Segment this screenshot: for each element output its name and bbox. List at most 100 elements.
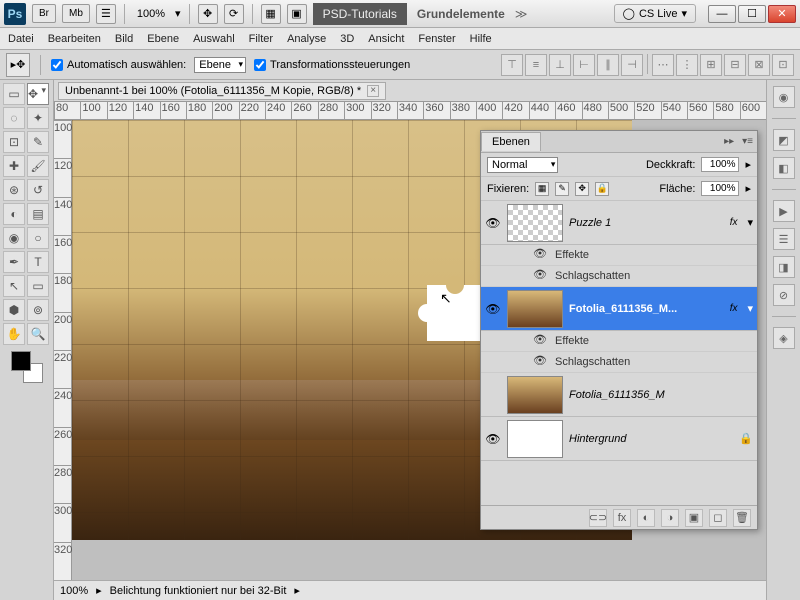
path-select-tool[interactable]: ↖ (3, 275, 25, 297)
menu-3d[interactable]: 3D (340, 33, 354, 45)
hand-tool[interactable]: ✋ (3, 323, 25, 345)
group-layers-icon[interactable]: ▣ (685, 509, 703, 527)
panel-collapse-icon[interactable]: ▸▸ (720, 136, 738, 147)
distribute-5-icon[interactable]: ⊠ (748, 54, 770, 76)
layer-item-selected[interactable]: 👁 Fotolia_6111356_M... fx▾ (481, 287, 757, 331)
3d-tool[interactable]: ⬢ (3, 299, 25, 321)
rotate-view-icon[interactable]: ⟳ (224, 4, 244, 24)
hand-tool-icon[interactable]: ✥ (198, 4, 218, 24)
auto-select-checkbox[interactable]: Automatisch auswählen: (51, 59, 186, 71)
menu-bild[interactable]: Bild (115, 33, 133, 45)
arrange-docs-icon[interactable]: ▦ (261, 4, 281, 24)
align-vcenter-icon[interactable]: ≡ (525, 54, 547, 76)
distribute-3-icon[interactable]: ⊞ (700, 54, 722, 76)
maximize-button[interactable]: ☐ (738, 5, 766, 23)
menu-ebene[interactable]: Ebene (147, 33, 179, 45)
eraser-tool[interactable]: ◐ (3, 203, 25, 225)
minibridge-button[interactable]: Mb (62, 4, 90, 23)
fx-badge[interactable]: fx (730, 303, 738, 314)
pen-tool[interactable]: ✒ (3, 251, 25, 273)
layer-item[interactable]: 👁 Hintergrund 🔒 (481, 417, 757, 461)
gradient-tool[interactable]: ▤ (27, 203, 49, 225)
layers-panel-icon[interactable]: ◈ (773, 327, 795, 349)
workspace-label-light[interactable]: Grundelemente (417, 7, 505, 21)
align-top-icon[interactable]: ⊤ (501, 54, 523, 76)
blend-mode-select[interactable]: Normal (487, 157, 558, 173)
zoom-level[interactable]: 100% (133, 8, 169, 20)
minimize-button[interactable]: — (708, 5, 736, 23)
effect-row[interactable]: 👁Effekte (481, 331, 757, 352)
menu-filter[interactable]: Filter (249, 33, 273, 45)
panel-menu-icon[interactable]: ▾≡ (738, 136, 757, 147)
visibility-icon[interactable]: 👁 (485, 431, 501, 447)
distribute-1-icon[interactable]: ⋯ (652, 54, 674, 76)
layer-name[interactable]: Fotolia_6111356_M... (569, 303, 724, 315)
layer-item[interactable]: 👁 Puzzle 1 fx▾ (481, 201, 757, 245)
magic-wand-tool[interactable]: ✦ (27, 107, 49, 129)
layer-name[interactable]: Hintergrund (569, 433, 733, 445)
type-tool[interactable]: T (27, 251, 49, 273)
menu-fenster[interactable]: Fenster (418, 33, 455, 45)
align-left-icon[interactable]: ⊢ (573, 54, 595, 76)
color-swatches[interactable] (3, 351, 50, 383)
adjustment-layer-icon[interactable]: ◑ (661, 509, 679, 527)
auto-select-type-select[interactable]: Ebene (194, 57, 246, 73)
align-right-icon[interactable]: ⊣ (621, 54, 643, 76)
history-brush-tool[interactable]: ↺ (27, 179, 49, 201)
visibility-icon[interactable]: 👁 (485, 215, 501, 231)
fg-color-swatch[interactable] (11, 351, 31, 371)
distribute-2-icon[interactable]: ⋮ (676, 54, 698, 76)
effect-dropshadow[interactable]: 👁Schlagschatten (481, 352, 757, 373)
link-layers-icon[interactable]: ⊂⊃ (589, 509, 607, 527)
properties-panel-icon[interactable]: ⊘ (773, 284, 795, 306)
healing-tool[interactable]: ✚ (3, 155, 25, 177)
view-extras-icon[interactable]: ☰ (96, 4, 116, 24)
stamp-tool[interactable]: ⊛ (3, 179, 25, 201)
new-layer-icon[interactable]: ◻ (709, 509, 727, 527)
layer-thumbnail[interactable] (507, 420, 563, 458)
effect-row[interactable]: 👁Effekte (481, 245, 757, 266)
zoom-tool[interactable]: 🔍 (27, 323, 49, 345)
layer-item[interactable]: Fotolia_6111356_M (481, 373, 757, 417)
effect-dropshadow[interactable]: 👁Schlagschatten (481, 266, 757, 287)
color-panel-icon[interactable]: ◉ (773, 86, 795, 108)
lasso-tool[interactable]: ◌ (3, 107, 25, 129)
layer-mask-icon[interactable]: ◐ (637, 509, 655, 527)
lock-pixels-icon[interactable]: ✎ (555, 182, 569, 196)
transform-controls-checkbox[interactable]: Transformationssteuerungen (254, 59, 410, 71)
align-bottom-icon[interactable]: ⊥ (549, 54, 571, 76)
move-tool[interactable]: ✥ (27, 83, 49, 105)
status-zoom[interactable]: 100% (60, 585, 88, 597)
visibility-icon[interactable]: 👁 (485, 301, 501, 317)
layer-thumbnail[interactable] (507, 204, 563, 242)
shape-tool[interactable]: ▭ (27, 275, 49, 297)
align-hcenter-icon[interactable]: ∥ (597, 54, 619, 76)
tab-close-icon[interactable]: × (367, 85, 379, 97)
layer-thumbnail[interactable] (507, 376, 563, 414)
history-panel-icon[interactable]: ▶ (773, 200, 795, 222)
menu-auswahl[interactable]: Auswahl (193, 33, 235, 45)
screen-mode-icon[interactable]: ▣ (287, 4, 307, 24)
layers-tab[interactable]: Ebenen (481, 132, 541, 151)
info-panel-icon[interactable]: ◨ (773, 256, 795, 278)
eyedropper-tool[interactable]: ✎ (27, 131, 49, 153)
masks-panel-icon[interactable]: ◧ (773, 157, 795, 179)
fill-input[interactable]: 100% (701, 181, 739, 196)
layer-fx-icon[interactable]: fx (613, 509, 631, 527)
menu-ansicht[interactable]: Ansicht (368, 33, 404, 45)
move-tool-preset-icon[interactable]: ▸✥ (6, 53, 30, 77)
layer-name[interactable]: Puzzle 1 (569, 217, 724, 229)
actions-panel-icon[interactable]: ☰ (773, 228, 795, 250)
lock-position-icon[interactable]: ✥ (575, 182, 589, 196)
workspace-label-dark[interactable]: PSD-Tutorials (313, 3, 407, 25)
lock-all-icon[interactable]: 🔒 (595, 182, 609, 196)
bridge-button[interactable]: Br (32, 4, 56, 23)
blur-tool[interactable]: ◉ (3, 227, 25, 249)
visibility-icon[interactable] (485, 387, 501, 403)
close-button[interactable]: ✕ (768, 5, 796, 23)
dodge-tool[interactable]: ○ (27, 227, 49, 249)
workspace-more-icon[interactable]: ≫ (515, 7, 528, 21)
menu-bearbeiten[interactable]: Bearbeiten (48, 33, 101, 45)
layer-name[interactable]: Fotolia_6111356_M (569, 389, 753, 401)
crop-tool[interactable]: ⊡ (3, 131, 25, 153)
